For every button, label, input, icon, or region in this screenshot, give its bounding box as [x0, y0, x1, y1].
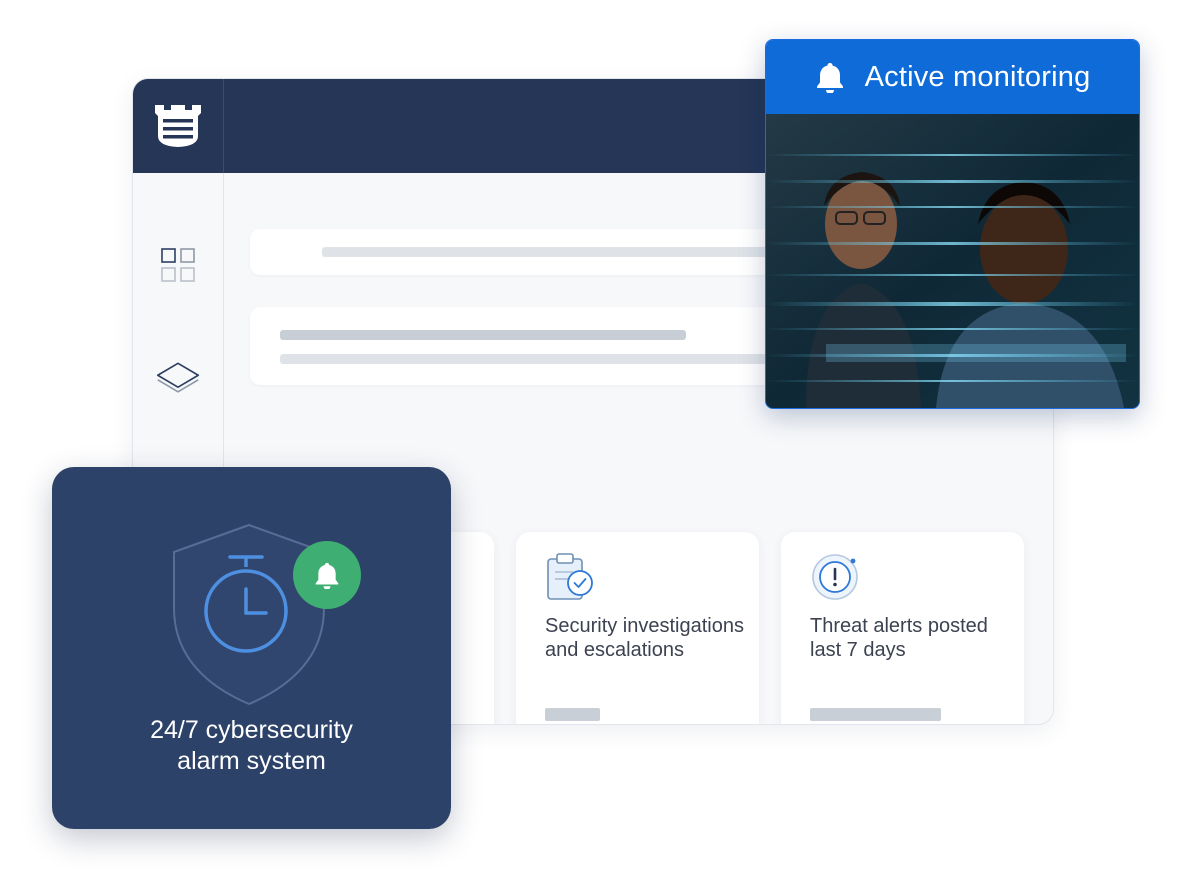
clipboard-check-icon	[547, 553, 593, 600]
monitoring-title: Active monitoring	[864, 60, 1091, 93]
stat-card-label: Security investigations and escalations	[545, 615, 744, 661]
monitoring-header: Active monitoring	[766, 40, 1139, 114]
bell-badge-icon	[315, 562, 339, 589]
sidebar-item-layers[interactable]	[155, 358, 201, 398]
search-placeholder-skeleton	[322, 247, 822, 257]
stat-value-skeleton	[545, 708, 600, 721]
alarm-system-card[interactable]: 24/7 cybersecurity alarm system	[52, 467, 451, 829]
alert-circle-icon	[812, 554, 858, 600]
sidebar-item-dashboard[interactable]	[155, 245, 201, 285]
dashboard-grid-icon	[161, 248, 195, 282]
fortress-logo-icon	[155, 105, 201, 147]
alarm-card-title: 24/7 cybersecurity alarm system	[150, 716, 353, 775]
summary-line-skeleton	[280, 354, 840, 364]
stat-card-label: Threat alerts posted last 7 days	[810, 615, 988, 661]
summary-line-skeleton	[280, 330, 686, 340]
stat-card-investigations[interactable]: Security investigations and escalations	[516, 532, 759, 724]
stat-card-threat-alerts[interactable]: Threat alerts posted last 7 days	[781, 532, 1024, 724]
layers-icon	[156, 362, 200, 393]
bell-badge	[293, 541, 361, 609]
stopwatch-icon	[204, 555, 288, 653]
logo[interactable]	[133, 79, 224, 173]
bell-icon	[816, 63, 843, 93]
stat-value-skeleton	[810, 708, 941, 721]
active-monitoring-panel[interactable]: Active monitoring	[765, 39, 1140, 409]
analysts-photo	[766, 114, 1139, 408]
